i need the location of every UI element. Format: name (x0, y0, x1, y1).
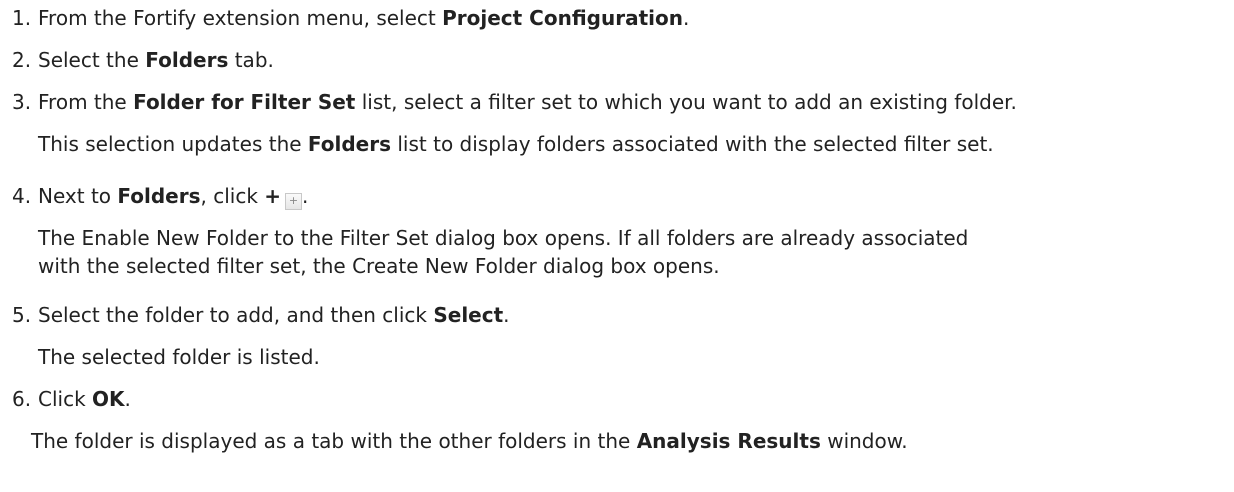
instruction-document: 1. From the Fortify extension menu, sele… (0, 0, 1234, 492)
step-4-result-line-2: with the selected filter set, the Create… (38, 252, 720, 280)
step-text: From the Fortify extension menu, select (38, 6, 443, 30)
step-text: . (302, 184, 309, 208)
final-result: The folder is displayed as a tab with th… (31, 427, 908, 455)
step-5-result: The selected folder is listed. (38, 343, 320, 371)
ui-term: Folder for Filter Set (133, 90, 356, 114)
step-text: . (682, 6, 690, 30)
step-3-result: This selection updates the Folders list … (38, 130, 994, 158)
step-number: 6. (12, 387, 32, 411)
ui-term: Folders (145, 48, 229, 72)
step-text: Select the (38, 48, 146, 72)
ui-term: Analysis Results (636, 429, 821, 453)
add-icon: + (285, 193, 303, 210)
step-number: 3. (12, 90, 32, 114)
ui-term: Folders (307, 132, 392, 156)
ui-term: Folders (117, 184, 201, 208)
plus-symbol: + (264, 184, 282, 208)
step-text: list to display folders associated with … (391, 132, 994, 156)
step-text: Next to (38, 184, 118, 208)
ui-term: OK (92, 387, 125, 411)
step-text: The selected folder is listed. (38, 345, 320, 369)
step-text: Select the folder to add, and then click (38, 303, 434, 327)
ui-term: Select (433, 303, 504, 327)
step-text: From the (38, 90, 134, 114)
step-text: window. (820, 429, 908, 453)
step-text: , click (200, 184, 265, 208)
step-text: The Enable New Folder to the Filter Set … (38, 226, 969, 250)
step-text: list, select a filter set to which you w… (355, 90, 1017, 114)
step-4-result-line-1: The Enable New Folder to the Filter Set … (38, 224, 968, 252)
step-number: 5. (12, 303, 32, 327)
step-text: with the selected filter set, the Create… (38, 254, 720, 278)
step-text: Click (38, 387, 93, 411)
step-number: 2. (12, 48, 32, 72)
ui-term: Project Configuration (442, 6, 683, 30)
step-number: 1. (12, 6, 32, 30)
step-text: . (124, 387, 131, 411)
step-text: tab. (228, 48, 274, 72)
step-text: This selection updates the (38, 132, 308, 156)
step-text: The folder is displayed as a tab with th… (31, 429, 637, 453)
step-number: 4. (12, 184, 32, 208)
step-text: . (503, 303, 510, 327)
